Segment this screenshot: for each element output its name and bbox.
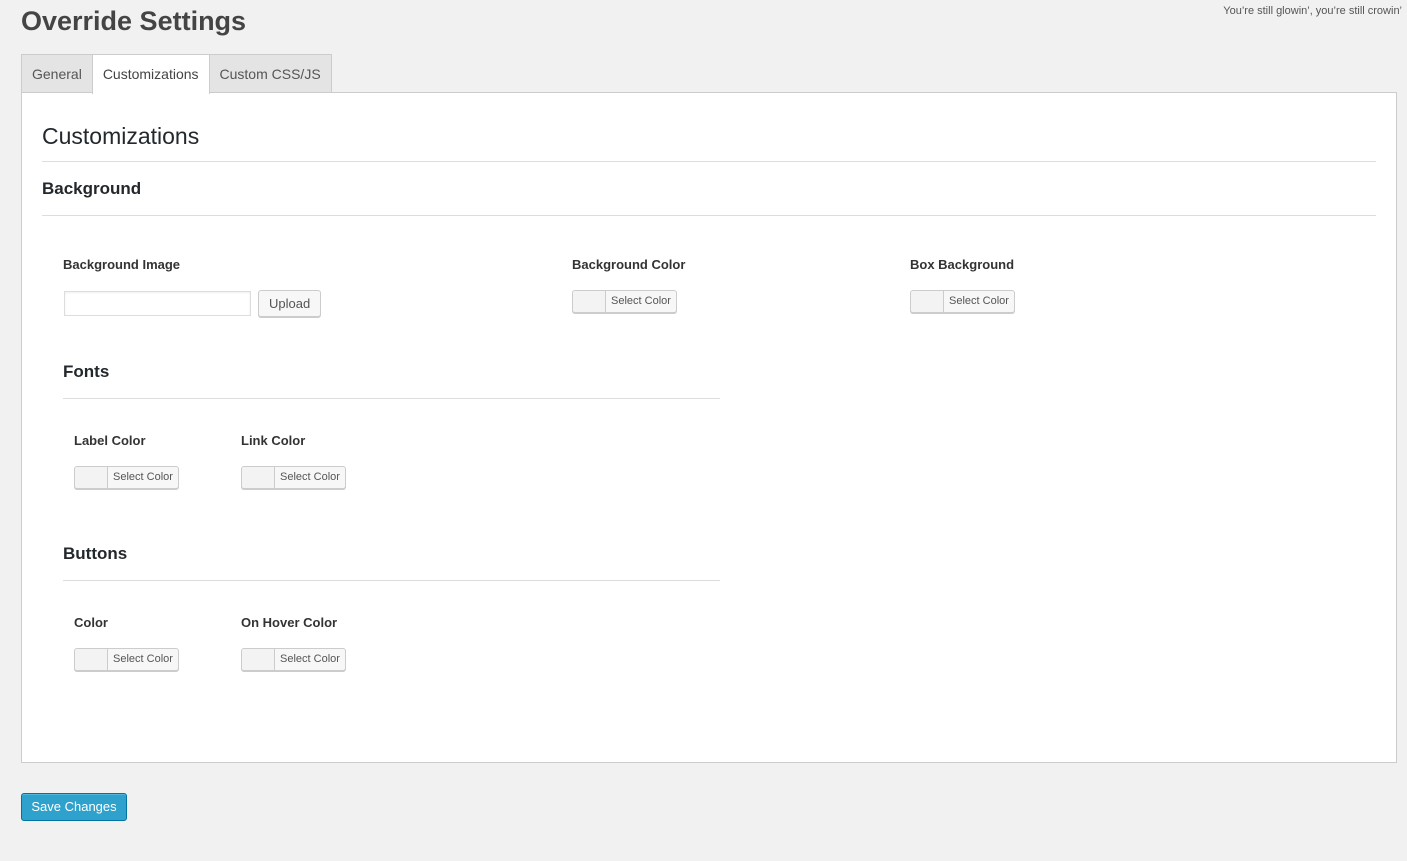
button-color-label: Color	[74, 615, 108, 630]
section-heading-fonts: Fonts	[63, 362, 110, 381]
color-swatch	[75, 467, 108, 488]
label-color-label: Label Color	[74, 433, 146, 448]
color-swatch	[75, 649, 108, 670]
background-color-label: Background Color	[572, 257, 686, 272]
select-color-label: Select Color	[113, 653, 173, 665]
select-color-label: Select Color	[280, 653, 340, 665]
divider	[42, 215, 1376, 216]
save-changes-button[interactable]: Save Changes	[21, 793, 127, 821]
page-title: Override Settings	[21, 6, 247, 36]
select-color-label: Select Color	[280, 471, 340, 483]
panel-heading: Customizations	[42, 123, 200, 149]
select-color-label: Select Color	[611, 295, 671, 307]
box-background-label: Box Background	[910, 257, 1015, 272]
background-image-label: Background Image	[63, 257, 181, 272]
upload-button[interactable]: Upload	[258, 290, 322, 317]
tab-bar: General Customizations Custom CSS/JS	[21, 54, 332, 94]
button-color-picker[interactable]: Select Color	[74, 648, 179, 671]
background-color-picker[interactable]: Select Color	[572, 290, 677, 313]
color-swatch	[911, 291, 944, 312]
select-color-label: Select Color	[949, 295, 1009, 307]
divider	[63, 580, 720, 581]
color-swatch	[573, 291, 606, 312]
section-heading-buttons: Buttons	[63, 544, 128, 563]
color-swatch	[242, 649, 275, 670]
section-heading-background: Background	[42, 179, 142, 198]
hover-color-picker[interactable]: Select Color	[241, 648, 346, 671]
divider	[63, 398, 720, 399]
tab-custom-css-js[interactable]: Custom CSS/JS	[208, 54, 332, 92]
tab-customizations[interactable]: Customizations	[91, 54, 210, 94]
label-color-picker[interactable]: Select Color	[74, 466, 179, 489]
link-color-picker[interactable]: Select Color	[241, 466, 346, 489]
color-swatch	[242, 467, 275, 488]
background-image-input[interactable]	[64, 291, 251, 316]
settings-panel: Customizations Background Background Ima…	[21, 92, 1397, 763]
box-background-color-picker[interactable]: Select Color	[910, 290, 1015, 313]
tab-general[interactable]: General	[21, 54, 93, 92]
hello-dolly-quote: You’re still glowin’, you’re still crowi…	[1223, 5, 1402, 17]
select-color-label: Select Color	[113, 471, 173, 483]
link-color-label: Link Color	[241, 433, 306, 448]
hover-color-label: On Hover Color	[241, 615, 338, 630]
divider	[42, 161, 1376, 162]
